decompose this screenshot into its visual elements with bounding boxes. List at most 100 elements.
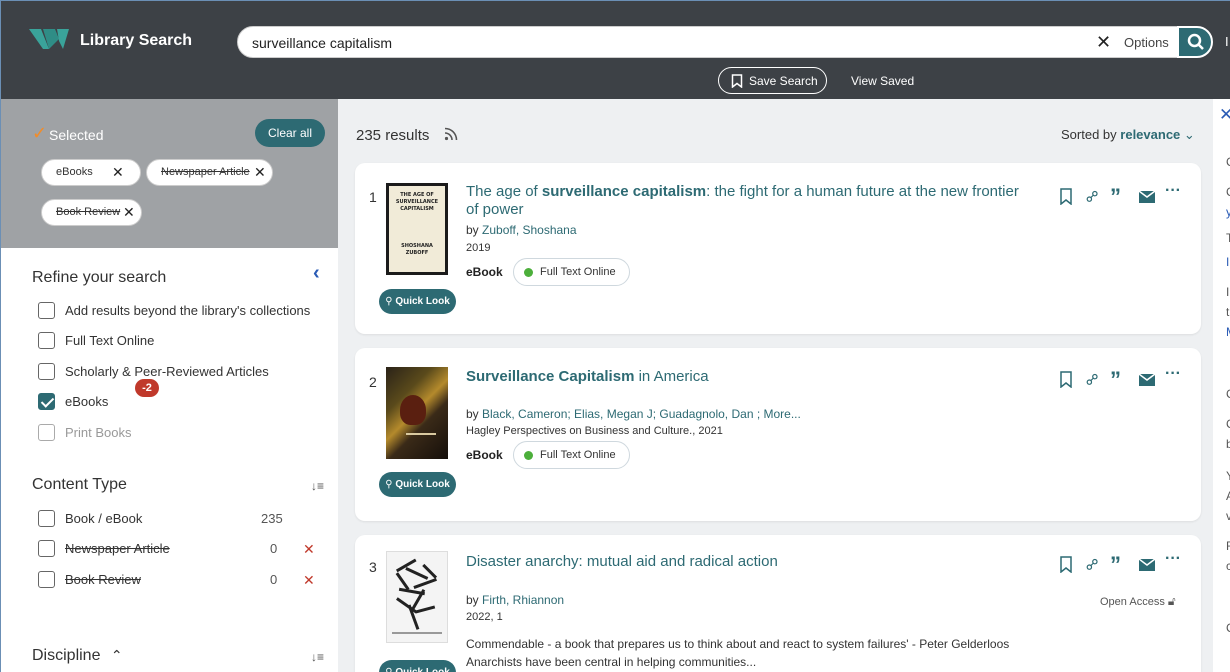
bookmark-icon[interactable] [1059, 556, 1073, 573]
content-type-title[interactable]: Content Type [32, 476, 127, 494]
result-title-link[interactable]: Disaster anarchy: mutual aid and radical… [466, 553, 1026, 571]
chip-label: Book Review [56, 206, 121, 218]
sort-dropdown[interactable]: Sorted by relevance ⌄ [1061, 127, 1195, 143]
discipline-title[interactable]: Discipline ⌃ [32, 647, 123, 665]
view-saved-link[interactable]: View Saved [851, 74, 914, 88]
publication-meta: Hagley Perspectives on Business and Cult… [466, 425, 723, 437]
sort-icon[interactable]: ↓≡ [311, 650, 324, 664]
remove-chip-icon[interactable]: ✕ [254, 164, 266, 181]
book-cover-image[interactable]: THE AGE OF SURVEILLANCE CAPITALISM SHOSH… [386, 183, 448, 275]
save-search-button[interactable]: Save Search [718, 67, 827, 94]
checkbox[interactable] [38, 424, 55, 441]
count-book: 235 [261, 511, 283, 526]
book-cover-image[interactable] [386, 551, 448, 643]
options-button[interactable]: Options [1124, 35, 1169, 50]
refine-title: Refine your search [32, 269, 167, 286]
full-text-online-link[interactable]: Full Text Online [513, 258, 630, 286]
result-actions: ⚯ ” ··· [1059, 550, 1189, 578]
checkbox[interactable] [38, 571, 55, 588]
result-card: 2 ⚲ Quick Look Surveillance Capitalism i… [355, 348, 1201, 521]
quick-look-button[interactable]: ⚲ Quick Look [379, 660, 456, 672]
cite-quote-icon[interactable]: ” [1110, 367, 1121, 393]
right-panel-text[interactable]: I [1226, 255, 1229, 269]
result-title-link[interactable]: Surveillance Capitalism in America [466, 368, 1026, 386]
author-link[interactable]: Zuboff, Shoshana [482, 223, 577, 237]
link-icon[interactable]: ⚯ [1081, 553, 1105, 577]
filter-chip-ebooks[interactable]: eBooks ✕ [41, 159, 141, 186]
quick-look-button[interactable]: ⚲ Quick Look [379, 289, 456, 314]
right-panel-text: A [1226, 489, 1230, 503]
right-panel-text[interactable]: y [1226, 205, 1230, 219]
sort-icon[interactable]: ↓≡ [311, 479, 324, 493]
email-icon[interactable] [1139, 374, 1155, 386]
close-panel-icon[interactable]: ✕ [1219, 105, 1230, 125]
checkbox[interactable] [38, 363, 55, 380]
title-highlight: Surveillance Capitalism [466, 368, 635, 385]
sort-prefix: Sorted by [1061, 127, 1117, 142]
right-panel-text: C [1226, 417, 1230, 431]
book-cover-image[interactable] [386, 367, 448, 459]
cite-quote-icon[interactable]: ” [1110, 552, 1121, 578]
sort-value: relevance [1120, 127, 1181, 142]
right-panel: ✕ C C y T I I t M C C b Y A v F c C [1213, 99, 1230, 672]
exclude-icon[interactable]: ✕ [303, 572, 315, 589]
author-line: by Zuboff, Shoshana [466, 223, 577, 237]
header-cutoff-text: I [1225, 34, 1229, 49]
search-icon: ⚲ [385, 479, 393, 490]
selected-title: Selected [49, 127, 104, 143]
availability-label: Full Text Online [540, 449, 616, 461]
quick-look-label: Quick Look [395, 667, 449, 672]
remove-chip-icon[interactable]: ✕ [112, 164, 124, 181]
title-text: The age of [466, 183, 542, 200]
remove-chip-icon[interactable]: ✕ [123, 204, 135, 221]
search-input[interactable] [252, 33, 1072, 53]
filter-chip-book-review[interactable]: Book Review ✕ [41, 199, 142, 226]
app-title[interactable]: Library Search [80, 32, 192, 50]
right-panel-text: C [1226, 185, 1230, 199]
search-button[interactable] [1177, 26, 1213, 58]
cover-text: THE AGE OF [400, 192, 434, 198]
title-highlight: surveillance capitalism [541, 183, 707, 200]
rss-icon[interactable] [444, 127, 458, 141]
availability-label: Full Text Online [540, 266, 616, 278]
email-icon[interactable] [1139, 559, 1155, 571]
open-access-label: Open Access 🔓︎ [1100, 594, 1176, 609]
result-actions: ⚯ ” ··· [1059, 365, 1189, 393]
more-options-icon[interactable]: ··· [1165, 550, 1181, 568]
bookmark-icon[interactable] [1059, 188, 1073, 205]
library-logo-icon[interactable] [29, 29, 69, 49]
filter-chip-newspaper[interactable]: Newspaper Article ✕ [146, 159, 273, 186]
count-newspaper: 0 [270, 541, 278, 556]
exclude-icon[interactable]: ✕ [303, 541, 315, 558]
search-icon: ⚲ [385, 667, 392, 672]
checkbox[interactable] [38, 302, 55, 319]
result-title-link[interactable]: The age of surveillance capitalism: the … [466, 183, 1026, 219]
cite-quote-icon[interactable]: ” [1110, 184, 1121, 210]
link-icon[interactable]: ⚯ [1081, 185, 1105, 209]
bookmark-icon[interactable] [1059, 371, 1073, 388]
checkbox[interactable] [38, 540, 55, 557]
clear-all-button[interactable]: Clear all [255, 119, 325, 147]
results-panel: 235 results Sorted by relevance ⌄ 1 THE … [338, 99, 1213, 672]
access-text: Open Access [1100, 596, 1165, 608]
checkbox[interactable] [38, 332, 55, 349]
search-icon: ⚲ [385, 296, 393, 307]
available-dot-icon [524, 451, 533, 460]
checkbox[interactable] [38, 510, 55, 527]
checkbox[interactable] [38, 393, 55, 410]
right-panel-text[interactable]: M [1226, 325, 1230, 339]
full-text-online-link[interactable]: Full Text Online [513, 441, 630, 469]
email-icon[interactable] [1139, 191, 1155, 203]
result-number: 1 [369, 189, 377, 205]
more-options-icon[interactable]: ··· [1165, 182, 1181, 200]
right-panel-text: C [1226, 155, 1230, 169]
collapse-sidebar-icon[interactable]: ‹ [313, 262, 320, 285]
quick-look-button[interactable]: ⚲ Quick Look [379, 472, 456, 497]
right-panel-text: c [1226, 559, 1230, 573]
author-link[interactable]: Black, Cameron; Elias, Megan J; Guadagno… [482, 407, 801, 421]
link-icon[interactable]: ⚯ [1081, 368, 1105, 392]
more-options-icon[interactable]: ··· [1165, 365, 1181, 383]
right-panel-text: t [1226, 305, 1230, 319]
clear-search-icon[interactable]: ✕ [1096, 32, 1111, 53]
author-link[interactable]: Firth, Rhiannon [482, 593, 564, 607]
